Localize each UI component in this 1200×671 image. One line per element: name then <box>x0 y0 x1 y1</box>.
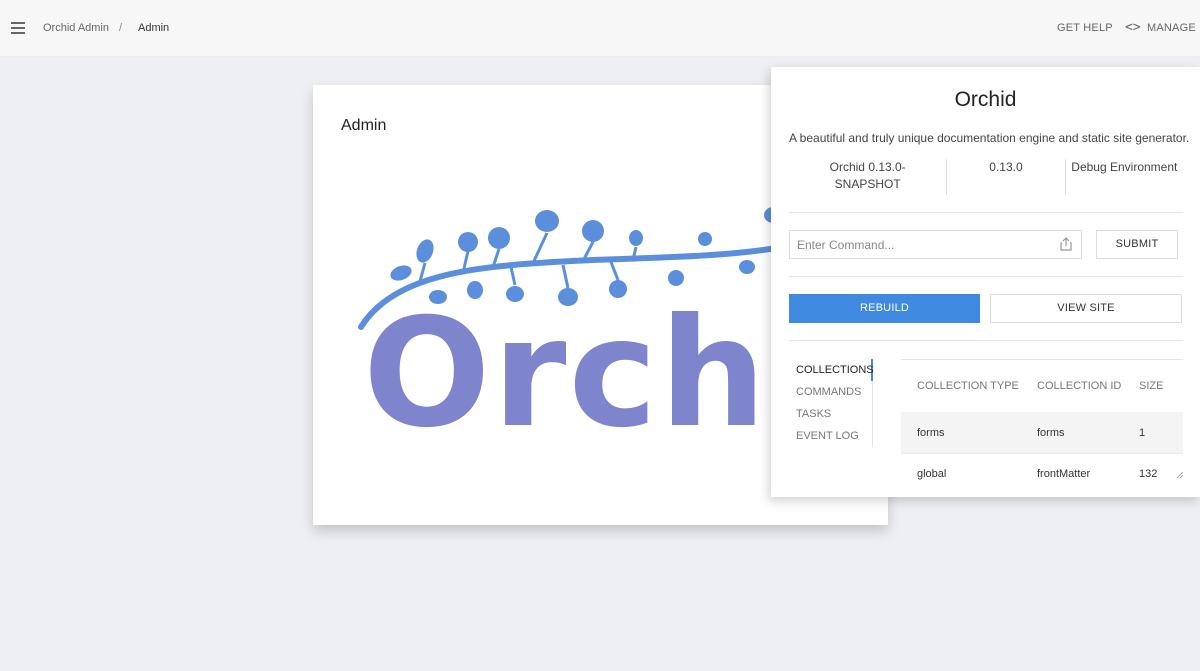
info-environment: Debug Environment <box>1064 159 1183 195</box>
tab-tasks[interactable]: TASKS <box>789 403 872 425</box>
view-site-button[interactable]: VIEW SITE <box>990 294 1182 323</box>
column-header-collection-type: COLLECTION TYPE <box>917 380 1019 392</box>
cell-collection-type: global <box>917 468 947 480</box>
cell-collection-id: forms <box>1037 426 1065 439</box>
column-header-size: SIZE <box>1139 380 1164 392</box>
table-row[interactable]: global frontMatter 132 <box>901 453 1183 480</box>
share-icon[interactable] <box>1060 237 1072 251</box>
panel-tabs: COLLECTIONS COMMANDS TASKS EVENT LOG <box>789 359 874 447</box>
manage-link[interactable]: MANAGE <box>1147 22 1196 34</box>
command-input[interactable] <box>789 230 1082 259</box>
info-row: Orchid 0.13.0-SNAPSHOT 0.13.0 Debug Envi… <box>789 159 1183 195</box>
top-bar: Orchid Admin / Admin GET HELP <> MANAGE <box>0 0 1200 57</box>
tab-commands[interactable]: COMMANDS <box>789 381 872 403</box>
breadcrumb-current: Admin <box>138 22 170 34</box>
orchid-panel: Orchid A beautiful and truly unique docu… <box>771 67 1200 497</box>
rebuild-button[interactable]: REBUILD <box>789 294 980 323</box>
admin-card-title: Admin <box>341 117 387 134</box>
code-icon[interactable]: <> <box>1125 20 1141 35</box>
info-version-snapshot: Orchid 0.13.0-SNAPSHOT <box>829 160 906 191</box>
collections-table[interactable]: COLLECTION TYPE COLLECTION ID SIZE forms… <box>901 359 1183 480</box>
panel-title: Orchid <box>954 88 1017 111</box>
info-version: 0.13.0 <box>946 159 1064 195</box>
submit-button[interactable]: SUBMIT <box>1096 230 1178 259</box>
cell-collection-id: frontMatter <box>1037 468 1091 480</box>
column-header-collection-id: COLLECTION ID <box>1037 380 1122 392</box>
cell-size: 132 <box>1139 468 1158 480</box>
divider <box>789 276 1183 277</box>
cell-collection-type: forms <box>917 426 945 439</box>
tab-event-log[interactable]: EVENT LOG <box>789 425 872 447</box>
breadcrumb-separator: / <box>119 22 123 34</box>
divider <box>789 212 1183 213</box>
resize-handle-icon[interactable] <box>1176 471 1183 478</box>
breadcrumb-home[interactable]: Orchid Admin <box>43 22 109 34</box>
get-help-link[interactable]: GET HELP <box>1057 22 1113 34</box>
tab-collections[interactable]: COLLECTIONS <box>789 359 874 381</box>
divider <box>789 340 1183 341</box>
cell-size: 1 <box>1139 426 1146 439</box>
panel-description: A beautiful and truly unique documentati… <box>789 131 1190 145</box>
hamburger-menu-icon[interactable] <box>11 22 25 34</box>
table-header: COLLECTION TYPE COLLECTION ID SIZE <box>901 360 1183 412</box>
table-row[interactable]: forms forms 1 <box>901 412 1183 453</box>
